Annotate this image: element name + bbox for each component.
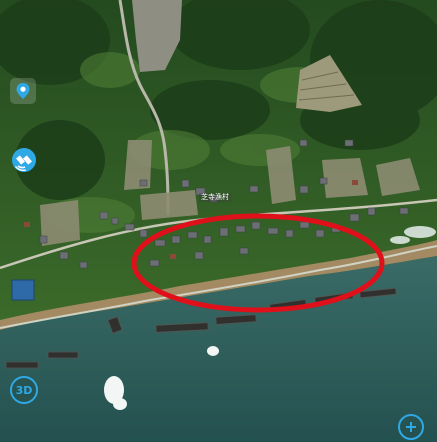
satellite-icon bbox=[12, 148, 36, 172]
satellite-map[interactable] bbox=[0, 0, 437, 442]
3d-label: 3D bbox=[15, 383, 33, 397]
3d-view-button[interactable]: 3D bbox=[10, 376, 38, 404]
satellite-layer-button[interactable] bbox=[10, 146, 38, 174]
blue-roof-building bbox=[11, 279, 35, 301]
map-viewer[interactable]: 芝寺漁村 3D bbox=[0, 0, 437, 442]
location-button[interactable] bbox=[10, 78, 36, 104]
plus-icon bbox=[406, 422, 416, 432]
village-name-label[interactable]: 芝寺漁村 bbox=[199, 193, 231, 202]
location-pin-icon bbox=[16, 83, 30, 99]
zoom-in-button[interactable] bbox=[398, 414, 424, 440]
